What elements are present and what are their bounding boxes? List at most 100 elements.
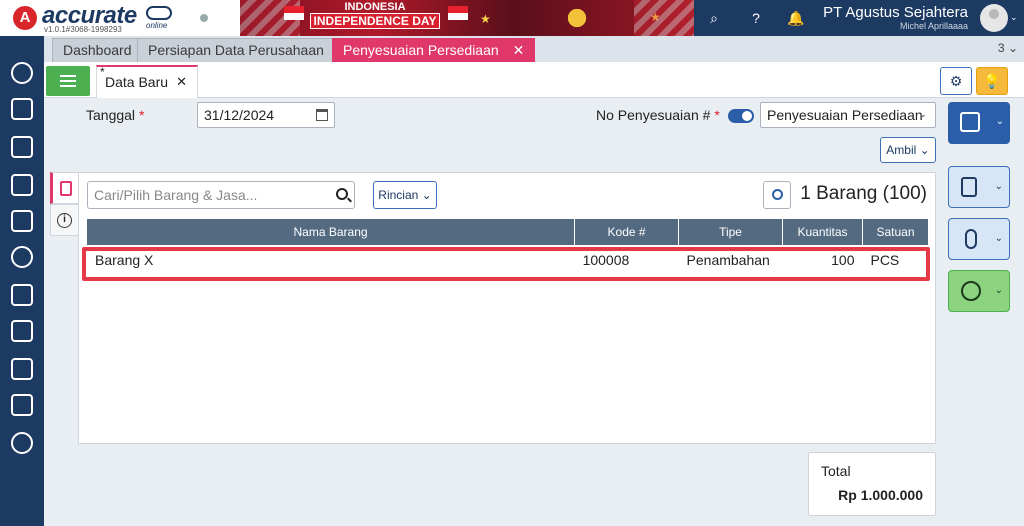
status-dot-icon <box>200 14 208 22</box>
chevron-down-icon: ⌄ <box>995 116 1004 127</box>
document-icon <box>60 181 72 196</box>
search-icon[interactable]: ⌕ <box>704 8 724 28</box>
detail-tab[interactable] <box>50 172 78 204</box>
paperclip-icon <box>965 229 977 249</box>
user-name[interactable]: Michel Aprillaaaa <box>900 21 968 31</box>
tax-icon[interactable] <box>11 394 33 416</box>
more-icon <box>961 281 981 301</box>
tabs-row: Dashboard Persiapan Data Perusahaan Peny… <box>44 36 1024 62</box>
list-icon[interactable] <box>46 66 90 96</box>
close-icon[interactable]: ✕ <box>513 39 525 61</box>
version-label: v1.0.1#3068-1998293 <box>44 25 122 34</box>
search-placeholder: Cari/Pilih Barang & Jasa... <box>94 187 258 203</box>
type-value: Penyesuaian Persediaan <box>767 107 923 123</box>
required-mark: * <box>714 107 720 123</box>
cart-icon[interactable] <box>11 284 33 306</box>
tab-count-value: 3 <box>997 41 1005 55</box>
rincian-label: Rincian <box>378 188 419 202</box>
required-mark: * <box>138 107 145 123</box>
table-header: Nama Barang Kode # Tipe Kuantitas Satuan <box>87 219 930 245</box>
document-icon <box>961 177 977 197</box>
help-icon[interactable]: ? <box>746 8 766 28</box>
tanggal-input[interactable]: 31/12/2024 <box>197 102 335 128</box>
subtab-label: Data Baru <box>105 74 169 90</box>
attachment-button[interactable]: ⌄ <box>948 218 1010 260</box>
items-panel: Cari/Pilih Barang & Jasa... Rincian ⌄ 1 … <box>78 172 936 444</box>
col-kode[interactable]: Kode # <box>574 219 680 245</box>
chevron-down-icon[interactable]: ⌄ <box>1010 12 1018 23</box>
avatar[interactable] <box>980 4 1008 32</box>
no-penyesuaian-label: No Penyesuaian # * <box>596 107 720 123</box>
tanggal-value: 31/12/2024 <box>204 107 275 123</box>
calendar-icon[interactable] <box>316 109 328 121</box>
auto-number-toggle[interactable] <box>728 109 754 123</box>
rincian-button[interactable]: Rincian ⌄ <box>373 181 437 209</box>
banner-line-2: INDEPENDENCE DAY <box>310 13 440 29</box>
chevron-down-icon: ⌄ <box>994 285 1003 296</box>
chevron-down-icon: ⌄ <box>918 109 927 120</box>
tab-dashboard[interactable]: Dashboard <box>52 38 143 62</box>
company-name[interactable]: PT Agustus Sejahtera <box>823 4 968 21</box>
tanggal-label: Tanggal * <box>86 107 144 123</box>
search-icon[interactable] <box>336 188 348 200</box>
gear-icon[interactable]: ⚙ <box>940 67 972 95</box>
total-label: Total <box>821 463 851 479</box>
upload-icon[interactable] <box>11 98 33 120</box>
independence-banner: INDONESIA INDEPENDENCE DAY ★ ★ <box>240 0 694 36</box>
factory-icon[interactable] <box>11 358 33 380</box>
type-select[interactable]: Penyesuaian Persediaan ⌄ <box>760 102 936 128</box>
ambil-label: Ambil <box>886 143 917 157</box>
search-button[interactable] <box>763 181 791 209</box>
close-icon[interactable]: ✕ <box>176 67 187 97</box>
col-satuan[interactable]: Satuan <box>862 219 930 245</box>
search-icon <box>772 189 783 200</box>
accurate-logo-icon: A <box>13 6 37 30</box>
col-tipe[interactable]: Tipe <box>678 219 784 245</box>
tab-count[interactable]: 3 ⌄ <box>998 41 1018 55</box>
tab-persiapan-data[interactable]: Persiapan Data Perusahaan <box>137 38 335 62</box>
lightbulb-icon[interactable]: 💡 <box>976 67 1008 95</box>
document-button[interactable]: ⌄ <box>948 166 1010 208</box>
bank-icon[interactable] <box>11 210 33 232</box>
sidebar <box>0 36 44 526</box>
report-icon[interactable] <box>11 432 33 454</box>
chevron-down-icon: ⌄ <box>994 233 1003 244</box>
cart-box-icon[interactable] <box>11 320 33 342</box>
top-bar: A accurate online v1.0.1#3068-1998293 IN… <box>0 0 1024 36</box>
book-icon[interactable] <box>11 174 33 196</box>
label-text: No Penyesuaian # <box>596 107 711 123</box>
tab-penyesuaian-persediaan[interactable]: Penyesuaian Persediaan ✕ <box>332 38 536 62</box>
item-count-label: 1 Barang (100) <box>800 183 927 204</box>
tab-label: Persiapan Data Perusahaan <box>148 42 324 58</box>
col-kuantitas[interactable]: Kuantitas <box>782 219 863 245</box>
save-button[interactable]: ⌄ <box>948 102 1010 144</box>
building-icon[interactable] <box>11 136 33 158</box>
settings-icon[interactable] <box>11 62 33 84</box>
bell-icon[interactable]: 🔔 <box>786 8 806 28</box>
label-text: Tanggal <box>86 107 136 123</box>
form-toolbar: * Data Baru ✕ ⚙ 💡 <box>44 62 1024 98</box>
col-nama-barang[interactable]: Nama Barang <box>87 219 576 245</box>
ambil-button[interactable]: Ambil ⌄ <box>880 137 936 163</box>
item-search-input[interactable]: Cari/Pilih Barang & Jasa... <box>87 181 355 209</box>
money-bag-icon[interactable] <box>11 246 33 268</box>
more-button[interactable]: ⌄ <box>948 270 1010 312</box>
flag-icon <box>448 6 468 20</box>
tab-label: Dashboard <box>63 42 132 58</box>
modified-mark: * <box>100 65 105 79</box>
cloud-icon <box>146 6 172 20</box>
action-column: ⌄ ⌄ ⌄ ⌄ <box>940 98 1024 526</box>
logo-sub: online <box>146 21 168 30</box>
total-value: Rp 1.000.000 <box>838 487 923 503</box>
chevron-down-icon: ⌄ <box>994 181 1003 192</box>
row-highlight <box>82 247 930 281</box>
info-tab[interactable]: i <box>50 204 78 236</box>
save-icon <box>960 112 980 132</box>
subtab-data-baru[interactable]: * Data Baru ✕ <box>96 65 198 98</box>
total-box: Total Rp 1.000.000 <box>808 452 936 516</box>
logo-area[interactable]: A accurate online v1.0.1#3068-1998293 <box>0 0 240 36</box>
tab-label: Penyesuaian Persediaan <box>343 42 499 58</box>
info-icon: i <box>57 213 72 228</box>
flag-icon <box>284 6 304 20</box>
star-icon: ★ <box>480 12 491 26</box>
